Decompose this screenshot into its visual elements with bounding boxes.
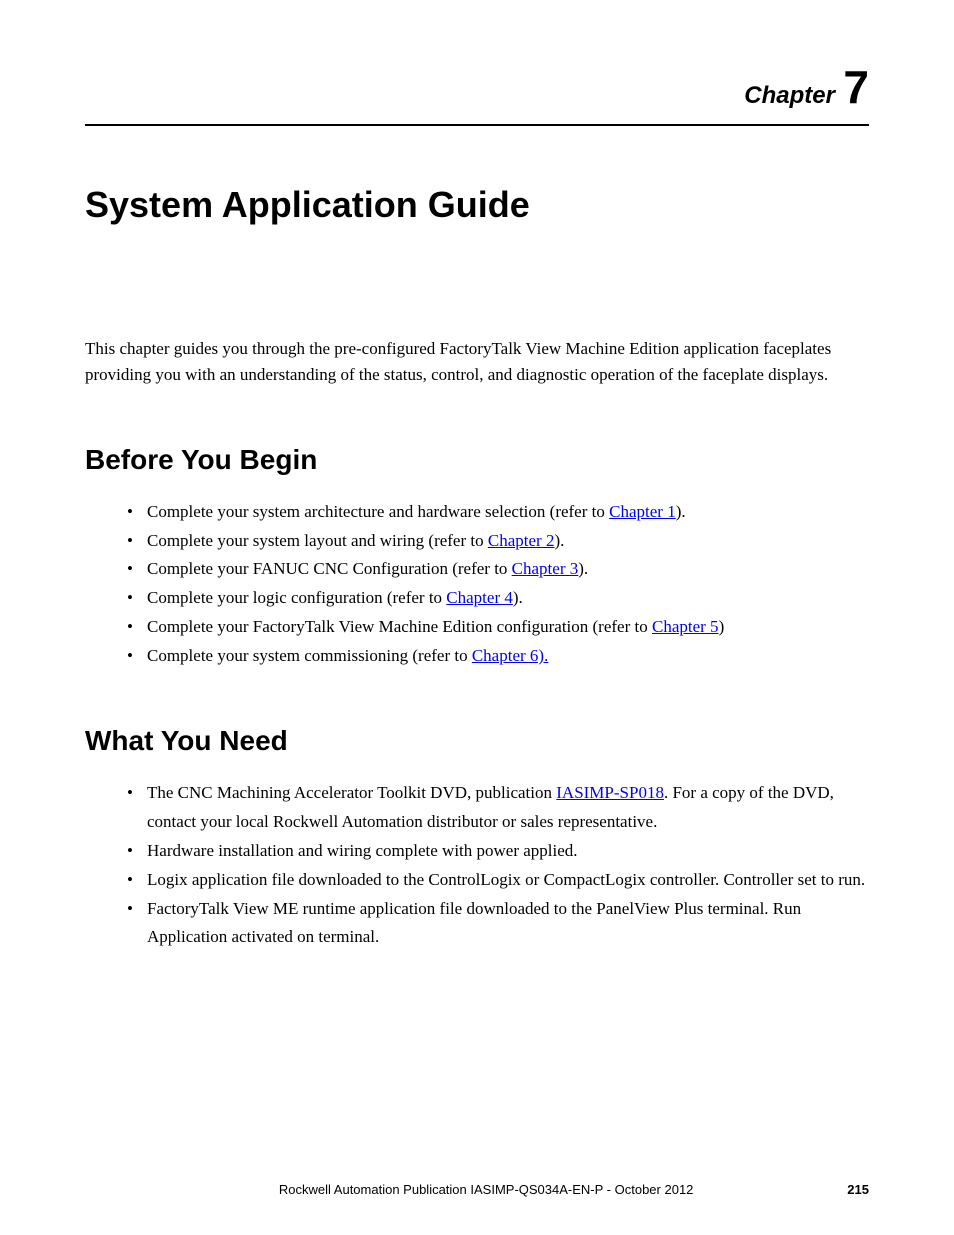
footer-date: October 2012	[615, 1182, 694, 1197]
item-text: Complete your logic configuration (refer…	[147, 588, 446, 607]
chapter-label: Chapter	[744, 82, 835, 109]
item-text: Complete your system commissioning (refe…	[147, 646, 472, 665]
chapter-2-link[interactable]: Chapter 2	[488, 531, 555, 550]
list-item: Complete your FactoryTalk View Machine E…	[127, 613, 869, 642]
intro-paragraph: This chapter guides you through the pre-…	[85, 336, 869, 389]
item-text: Hardware installation and wiring complet…	[147, 841, 578, 860]
chapter-1-link[interactable]: Chapter 1	[609, 502, 676, 521]
list-item: Complete your system commissioning (refe…	[127, 642, 869, 671]
chapter-6-link[interactable]: Chapter 6).	[472, 646, 548, 665]
what-you-need-list: The CNC Machining Accelerator Toolkit DV…	[85, 779, 869, 952]
list-item: FactoryTalk View ME runtime application …	[127, 895, 869, 953]
chapter-number: 7	[843, 61, 869, 113]
page-title: System Application Guide	[85, 184, 869, 226]
page-number: 215	[847, 1182, 869, 1197]
list-item: Hardware installation and wiring complet…	[127, 837, 869, 866]
item-text: Complete your system architecture and ha…	[147, 502, 609, 521]
section-heading-before-you-begin: Before You Begin	[85, 444, 869, 476]
item-text: Complete your FANUC CNC Configuration (r…	[147, 559, 512, 578]
publication-link[interactable]: IASIMP-SP018	[556, 783, 664, 802]
divider-rule	[85, 124, 869, 126]
item-text-after: ).	[578, 559, 588, 578]
item-text: Complete your FactoryTalk View Machine E…	[147, 617, 652, 636]
item-text-after: ).	[676, 502, 686, 521]
chapter-header: Chapter 7	[85, 60, 869, 114]
item-text: The CNC Machining Accelerator Toolkit DV…	[147, 783, 556, 802]
list-item: Complete your FANUC CNC Configuration (r…	[127, 555, 869, 584]
footer-publication: Rockwell Automation Publication IASIMP-Q…	[125, 1182, 847, 1197]
item-text: Complete your system layout and wiring (…	[147, 531, 488, 550]
chapter-3-link[interactable]: Chapter 3	[512, 559, 579, 578]
list-item: Complete your logic configuration (refer…	[127, 584, 869, 613]
list-item: Logix application file downloaded to the…	[127, 866, 869, 895]
item-text-after: ).	[554, 531, 564, 550]
list-item: The CNC Machining Accelerator Toolkit DV…	[127, 779, 869, 837]
chapter-5-link[interactable]: Chapter 5	[652, 617, 719, 636]
before-you-begin-list: Complete your system architecture and ha…	[85, 498, 869, 671]
chapter-4-link[interactable]: Chapter 4	[446, 588, 513, 607]
item-text: Logix application file downloaded to the…	[147, 870, 865, 889]
list-item: Complete your system architecture and ha…	[127, 498, 869, 527]
item-text: FactoryTalk View ME runtime application …	[147, 899, 801, 947]
item-text-after: )	[719, 617, 725, 636]
footer-pub-text: Rockwell Automation Publication IASIMP-Q…	[279, 1182, 615, 1197]
item-text-after: ).	[513, 588, 523, 607]
page-footer: Rockwell Automation Publication IASIMP-Q…	[0, 1182, 954, 1197]
section-heading-what-you-need: What You Need	[85, 725, 869, 757]
list-item: Complete your system layout and wiring (…	[127, 527, 869, 556]
